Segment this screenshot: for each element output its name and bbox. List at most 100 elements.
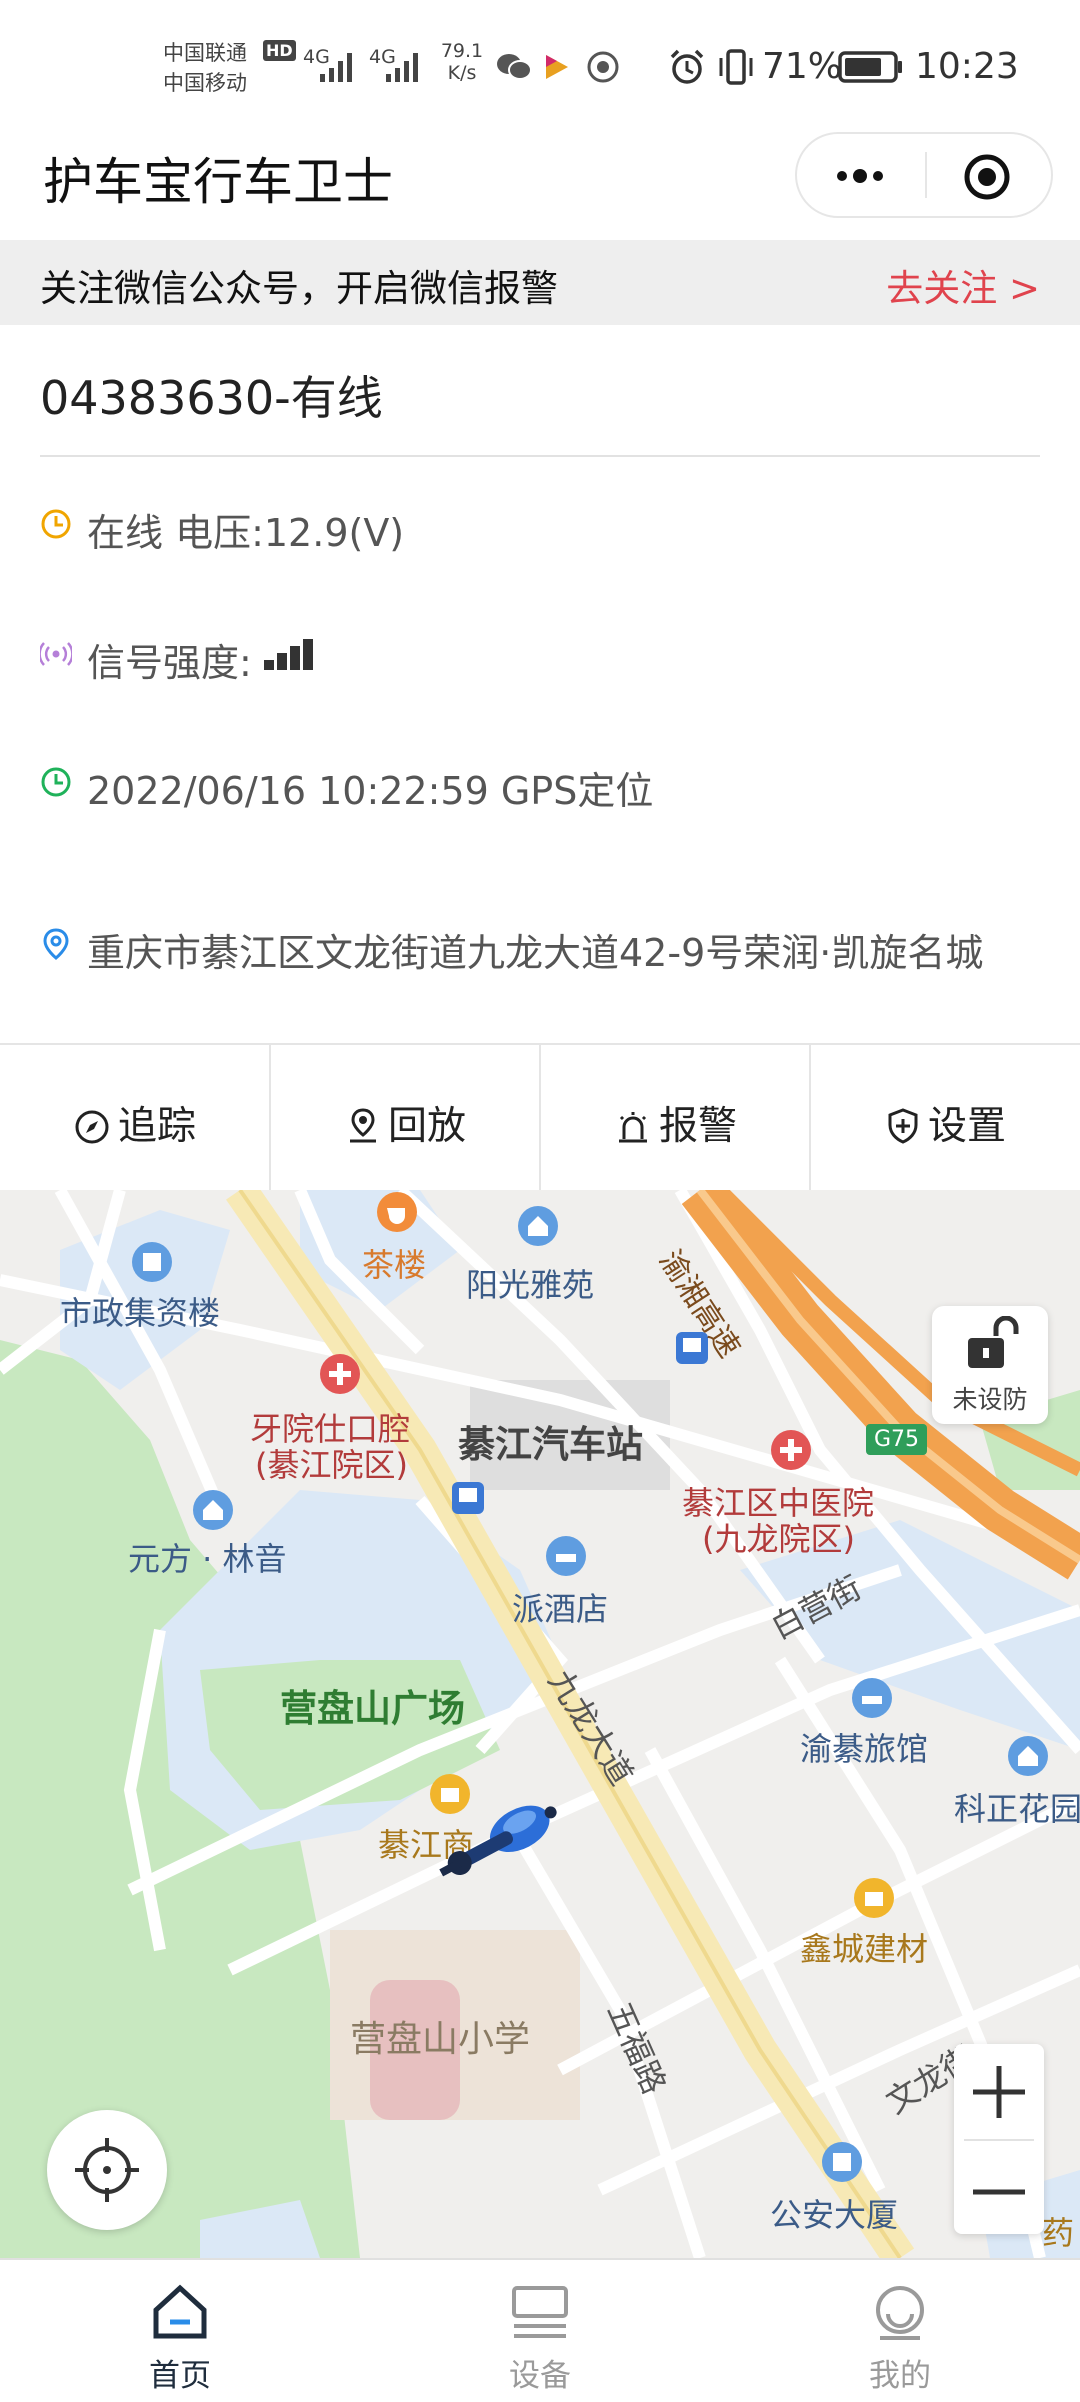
- zoom-control: [954, 2044, 1044, 2234]
- status-bar: 中国联通 中国移动 HD 4G 4G 79.1 K/s 71% 10:23: [0, 0, 1080, 130]
- online-voltage-text: 在线 电压:12.9(V): [87, 511, 405, 555]
- close-miniprogram-icon[interactable]: [962, 152, 1012, 202]
- residence-poi-icon[interactable]: [191, 1488, 235, 1532]
- residence-poi-icon[interactable]: [516, 1204, 560, 1248]
- page-title: 护车宝行车卫士: [43, 153, 393, 211]
- gps-time-text: 2022/06/16 10:22:59 GPS定位: [87, 769, 654, 813]
- network-speed: 79.1 K/s: [440, 40, 484, 84]
- device-list-icon: [512, 2286, 568, 2338]
- map-label: 渝綦旅馆: [800, 1730, 929, 1768]
- hotel-poi-icon[interactable]: [850, 1676, 894, 1720]
- zoom-divider: [964, 2139, 1034, 2141]
- nav-home[interactable]: 首页: [0, 2260, 360, 2402]
- status-row: 在线 电压:12.9(V): [40, 502, 1040, 555]
- time-row: 2022/06/16 10:22:59 GPS定位: [40, 760, 1040, 813]
- teahouse-poi-icon[interactable]: [375, 1190, 419, 1234]
- location-pin-icon: [349, 1108, 376, 1143]
- map-label: 元方 · 林音: [128, 1540, 287, 1578]
- tab-label: 报警: [658, 1104, 737, 1149]
- vehicle-marker-icon[interactable]: [420, 1790, 580, 1900]
- signal-label: 信号强度:: [87, 641, 252, 685]
- map-label: 阳光雅苑: [466, 1266, 595, 1304]
- nav-label: 我的: [869, 2358, 931, 2394]
- map-label: (綦江院区): [255, 1446, 408, 1484]
- address-row: 重庆市綦江区文龙街道九龙大道42-9号荣润·凯旋名城: [40, 922, 1050, 975]
- vibrate-icon: [719, 49, 753, 85]
- crosshair-icon: [75, 2138, 139, 2202]
- clinic-poi-icon[interactable]: [318, 1352, 362, 1396]
- signal-strength-bars: [264, 639, 313, 670]
- capsule-divider: [925, 152, 927, 198]
- tab-label: 追踪: [117, 1104, 196, 1149]
- map-label: 茶楼: [362, 1246, 427, 1284]
- zoom-out-icon[interactable]: [969, 2162, 1029, 2222]
- nav-label: 设备: [509, 2358, 571, 2394]
- alarm-icon: [618, 1112, 647, 1143]
- tab-track[interactable]: 追踪: [0, 1045, 270, 1190]
- tab-alarm[interactable]: 报警: [541, 1045, 811, 1190]
- map-label: 公安大厦: [770, 2196, 899, 2234]
- zoom-in-icon[interactable]: [969, 2062, 1029, 2122]
- tab-label: 回放: [387, 1104, 466, 1149]
- profile-icon: [876, 2286, 924, 2340]
- map-label: 营盘山广场: [280, 1687, 465, 1730]
- hospital-poi-icon[interactable]: [769, 1428, 813, 1472]
- locate-button[interactable]: [47, 2110, 167, 2230]
- notice-text: 关注微信公众号，开启微信报警: [40, 267, 558, 310]
- broadcast-icon: [40, 642, 72, 666]
- battery-icon: [838, 51, 902, 83]
- clock: 10:23: [915, 46, 1019, 87]
- shield-icon: [888, 1108, 918, 1144]
- map-label: 綦江汽车站: [458, 1423, 643, 1466]
- address-text: 重庆市綦江区文龙街道九龙大道42-9号荣润·凯旋名城: [87, 931, 984, 975]
- disarm-status-button[interactable]: 未设防: [932, 1306, 1048, 1424]
- hd-badge: HD: [263, 40, 296, 61]
- carrier-info: 中国联通 中国移动: [163, 38, 247, 98]
- location-icon: [43, 928, 69, 960]
- follow-link[interactable]: 去关注 >: [886, 258, 1040, 312]
- miniprogram-capsule: [795, 132, 1053, 218]
- video-app-icon: [546, 55, 568, 79]
- battery-percent: 71%: [762, 46, 843, 87]
- device-name: 04383630-有线: [40, 371, 383, 425]
- map-view[interactable]: 茶楼 阳光雅苑 市政集资楼 牙院仕口腔 (綦江院区) 綦江汽车站 渝湘高速 G7…: [0, 1190, 1080, 2258]
- nav-profile[interactable]: 我的: [720, 2260, 1080, 2402]
- signal-row: 信号强度:: [40, 632, 1040, 685]
- residence-poi-icon[interactable]: [1006, 1734, 1050, 1778]
- map-label: 营盘山小学: [350, 2019, 531, 2060]
- action-tabs: 追踪 回放 报警 设置: [0, 1043, 1080, 1192]
- carrier-2: 中国移动: [163, 71, 247, 95]
- disarm-label: 未设防: [952, 1385, 1028, 1414]
- carrier-1: 中国联通: [163, 41, 247, 65]
- wechat-icon: [497, 54, 532, 80]
- shop-poi-icon[interactable]: [852, 1876, 896, 1920]
- hotel-poi-icon[interactable]: [544, 1534, 588, 1578]
- map-label: 派酒店: [512, 1590, 609, 1628]
- nav-devices[interactable]: 设备: [360, 2260, 720, 2402]
- clock-icon: [41, 767, 71, 797]
- map-label: 科正花园: [954, 1790, 1080, 1828]
- more-icon[interactable]: [830, 156, 890, 196]
- tab-label: 设置: [927, 1104, 1006, 1149]
- bottom-navigation: 首页 设备 我的: [0, 2258, 1080, 2402]
- compass-icon: [75, 1110, 109, 1144]
- nav-label: 首页: [149, 2358, 211, 2394]
- unlock-icon: [968, 1316, 1019, 1368]
- home-icon: [153, 2284, 207, 2339]
- bus-stop-icon[interactable]: [450, 1480, 486, 1516]
- map-label: 鑫城建材: [800, 1930, 929, 1968]
- map-label: 市政集资楼: [60, 1294, 221, 1332]
- building-poi-icon[interactable]: [820, 2140, 864, 2184]
- signal-icon-2: [386, 53, 418, 82]
- alarm-clock-icon: [670, 49, 704, 84]
- signal-icon-1: [320, 53, 352, 82]
- app-notification-icon: [587, 51, 619, 83]
- map-label: G75: [866, 1424, 928, 1455]
- clock-icon: [41, 509, 71, 539]
- divider: [40, 455, 1040, 457]
- map-label: (九龙院区): [702, 1520, 855, 1558]
- map-label: 药: [1042, 2214, 1075, 2252]
- tab-settings[interactable]: 设置: [811, 1045, 1080, 1190]
- tab-playback[interactable]: 回放: [271, 1045, 541, 1190]
- building-poi-icon[interactable]: [130, 1240, 174, 1284]
